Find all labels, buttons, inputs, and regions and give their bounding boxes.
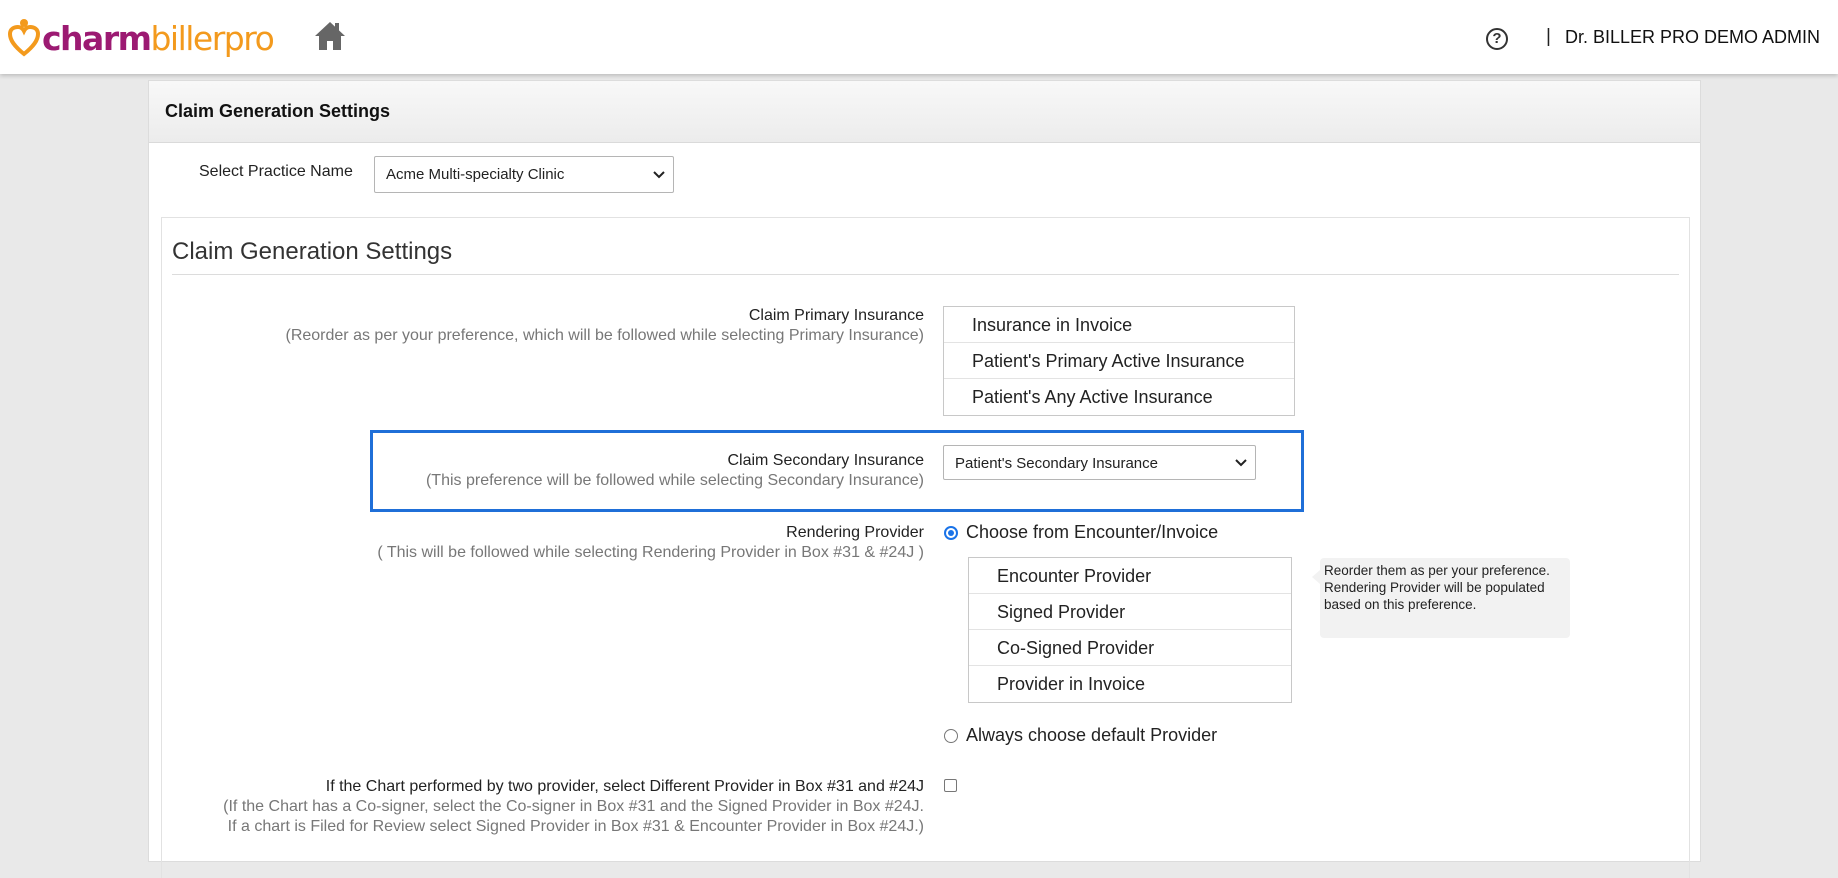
brand-name-charm: charm [42, 18, 152, 58]
secondary-insurance-hint: (This preference will be followed while … [425, 472, 924, 489]
primary-insurance-item[interactable]: Patient's Primary Active Insurance [944, 343, 1294, 379]
secondary-insurance-label: Claim Secondary Insurance [727, 452, 924, 469]
user-separator: | [1546, 26, 1551, 47]
reorder-tooltip: Reorder them as per your preference. Ren… [1312, 558, 1570, 638]
rendering-provider-label: Rendering Provider [786, 524, 924, 541]
rendering-provider-item[interactable]: Provider in Invoice [969, 666, 1291, 702]
default-provider-radio-label[interactable]: Always choose default Provider [966, 725, 1217, 746]
chevron-down-icon [1235, 458, 1247, 466]
practice-label: Select Practice Name [199, 163, 353, 180]
section-divider [172, 274, 1679, 275]
home-icon[interactable] [314, 20, 346, 52]
rendering-provider-list: Encounter Provider Signed Provider Co-Si… [968, 557, 1292, 703]
two-provider-hint-1: (If the Chart has a Co-signer, select th… [223, 798, 924, 815]
brand-name-billerpro: billerpro [150, 18, 274, 58]
primary-insurance-list: Insurance in Invoice Patient's Primary A… [943, 306, 1295, 416]
primary-insurance-item[interactable]: Insurance in Invoice [944, 307, 1294, 343]
secondary-insurance-value: Patient's Secondary Insurance [955, 455, 1158, 472]
two-provider-checkbox[interactable] [944, 779, 957, 792]
help-icon[interactable]: ? [1486, 28, 1508, 50]
primary-insurance-hint: (Reorder as per your preference, which w… [285, 327, 925, 344]
rendering-provider-item[interactable]: Signed Provider [969, 594, 1291, 630]
primary-insurance-label: Claim Primary Insurance [748, 307, 924, 324]
two-provider-label: If the Chart performed by two provider, … [325, 778, 924, 795]
rendering-provider-hint: ( This will be followed while selecting … [377, 544, 924, 561]
practice-select-value: Acme Multi-specialty Clinic [386, 166, 565, 183]
encounter-radio-label[interactable]: Choose from Encounter/Invoice [966, 522, 1218, 543]
chevron-down-icon [653, 170, 665, 178]
encounter-radio[interactable] [944, 526, 958, 540]
heart-logo-icon [8, 19, 40, 57]
secondary-insurance-select[interactable]: Patient's Secondary Insurance [943, 445, 1256, 480]
practice-select[interactable]: Acme Multi-specialty Clinic [374, 156, 674, 193]
panel-header: Claim Generation Settings [149, 81, 1700, 143]
settings-panel: Claim Generation Settings Select Practic… [148, 80, 1701, 878]
rendering-provider-item[interactable]: Co-Signed Provider [969, 630, 1291, 666]
panel-title: Claim Generation Settings [165, 101, 391, 121]
section-title: Claim Generation Settings [172, 238, 453, 265]
two-provider-hint-2: If a chart is Filed for Review select Si… [227, 818, 924, 835]
brand-logo[interactable]: charmbillerpro [8, 18, 275, 58]
rendering-provider-item[interactable]: Encounter Provider [969, 558, 1291, 594]
user-menu[interactable]: Dr. BILLER PRO DEMO ADMIN [1565, 27, 1820, 48]
default-provider-radio[interactable] [944, 729, 958, 743]
primary-insurance-item[interactable]: Patient's Any Active Insurance [944, 379, 1294, 415]
top-navbar: charmbillerpro ? | Dr. BILLER PRO DEMO A… [0, 0, 1838, 74]
brand-name: charmbillerpro [42, 18, 275, 58]
